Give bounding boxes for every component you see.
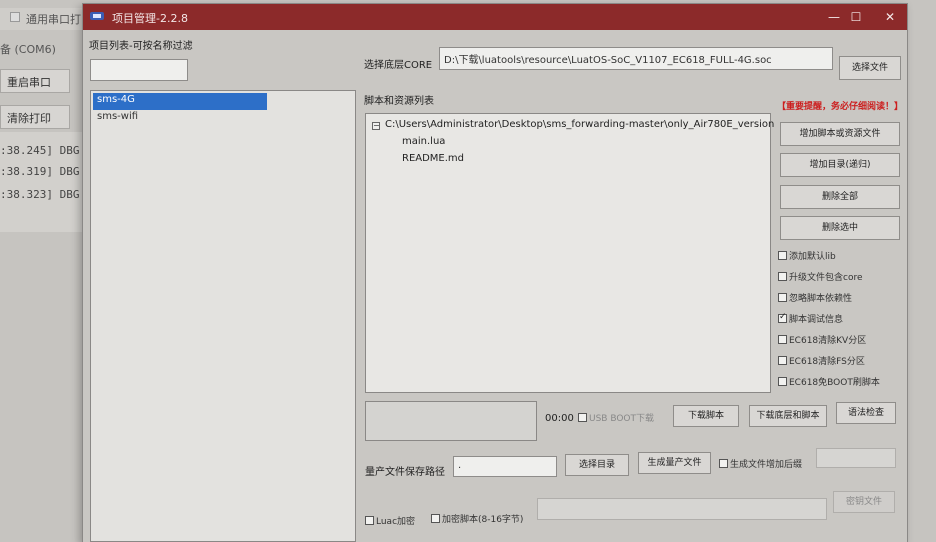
project-manager-window: 项目管理-2.2.8 — ☐ ✕ 项目列表-可按名称过滤 sms-4G sms-…: [82, 3, 908, 542]
usb-boot-option[interactable]: USB BOOT下载: [578, 411, 654, 424]
option-checkbox[interactable]: [778, 293, 787, 302]
download-timer: 00:00: [545, 413, 574, 424]
luac-encrypt-label: Luac加密: [376, 517, 416, 527]
project-item-sms-4g[interactable]: sms-4G: [93, 93, 267, 110]
collapse-icon[interactable]: −: [372, 122, 380, 130]
core-label: 选择底层CORE: [364, 60, 433, 71]
background-com-label: 备 (COM6): [0, 43, 56, 56]
suffix-input[interactable]: [816, 448, 896, 468]
add-suffix-option[interactable]: 生成文件增加后缀: [719, 457, 802, 470]
usb-boot-label: USB BOOT下载: [589, 414, 655, 424]
add-suffix-label: 生成文件增加后缀: [730, 460, 803, 470]
tree-root-folder[interactable]: C:\Users\Administrator\Desktop\sms_forwa…: [385, 119, 774, 130]
encrypt-script-option[interactable]: 加密脚本(8-16字节): [431, 512, 523, 525]
add-directory-button[interactable]: 增加目录(递归): [780, 153, 900, 177]
production-path-input[interactable]: .: [453, 456, 557, 477]
key-file-button[interactable]: 密钥文件: [833, 491, 895, 513]
script-tree: − C:\Users\Administrator\Desktop\sms_for…: [365, 113, 774, 393]
add-script-file-button[interactable]: 增加脚本或资源文件: [780, 122, 900, 146]
option-label: 脚本调试信息: [789, 315, 844, 325]
project-filter-input[interactable]: [90, 59, 188, 81]
option-checkbox[interactable]: [778, 272, 787, 281]
option-ignore-deps[interactable]: 忽略脚本依赖性: [778, 291, 852, 304]
progress-box: [365, 401, 537, 441]
background-clear-print-button[interactable]: 清除打印: [0, 105, 70, 129]
usb-boot-checkbox[interactable]: [578, 413, 587, 422]
maximize-icon[interactable]: ☐: [843, 7, 869, 27]
option-checkbox[interactable]: [778, 377, 787, 386]
option-label: 添加默认lib: [789, 252, 836, 262]
project-list-label: 项目列表-可按名称过滤: [89, 41, 193, 52]
generate-production-file-button[interactable]: 生成量产文件: [638, 452, 711, 474]
download-core-and-script-button[interactable]: 下载底层和脚本: [749, 405, 827, 427]
project-list: sms-4G sms-wifi: [90, 90, 356, 542]
app-icon: [90, 12, 104, 20]
option-checkbox-checked[interactable]: [778, 312, 787, 323]
choose-core-file-button[interactable]: 选择文件: [839, 56, 901, 80]
encrypt-script-checkbox[interactable]: [431, 514, 440, 523]
scripts-label: 脚本和资源列表: [364, 96, 434, 107]
luac-encrypt-option[interactable]: Luac加密: [365, 514, 415, 527]
encryption-key-input[interactable]: [537, 498, 827, 520]
delete-all-button[interactable]: 删除全部: [780, 185, 900, 209]
option-clear-fs[interactable]: EC618清除FS分区: [778, 354, 865, 367]
download-script-button[interactable]: 下载脚本: [673, 405, 739, 427]
option-checkbox[interactable]: [778, 251, 787, 260]
option-no-boot-flash[interactable]: EC618免BOOT刷脚本: [778, 375, 880, 388]
option-label: 忽略脚本依赖性: [789, 294, 853, 304]
production-path-label: 量产文件保存路径: [365, 467, 445, 478]
choose-directory-button[interactable]: 选择目录: [565, 454, 629, 476]
option-clear-kv[interactable]: EC618清除KV分区: [778, 333, 866, 346]
window-title: 项目管理-2.2.8: [112, 12, 188, 25]
syntax-check-button[interactable]: 语法检查: [836, 402, 896, 424]
add-suffix-checkbox[interactable]: [719, 459, 728, 468]
background-port-label: 通用串口打: [26, 13, 81, 26]
close-icon[interactable]: ✕: [877, 7, 903, 27]
tree-file-item[interactable]: main.lua: [402, 136, 445, 147]
tree-file-item[interactable]: README.md: [402, 153, 464, 164]
option-debug-info[interactable]: 脚本调试信息: [778, 312, 843, 325]
option-include-core[interactable]: 升级文件包含core: [778, 270, 863, 283]
background-port-checkbox[interactable]: [10, 12, 20, 22]
option-label: EC618清除FS分区: [789, 357, 865, 367]
background-restart-button[interactable]: 重启串口: [0, 69, 70, 93]
project-item-sms-wifi[interactable]: sms-wifi: [93, 110, 353, 127]
core-path-input[interactable]: D:\下载\luatools\resource\LuatOS-SoC_V1107…: [439, 47, 833, 70]
delete-selected-button[interactable]: 删除选中: [780, 216, 900, 240]
option-label: 升级文件包含core: [789, 273, 863, 283]
option-add-default-lib[interactable]: 添加默认lib: [778, 249, 836, 262]
option-checkbox[interactable]: [778, 356, 787, 365]
option-label: EC618清除KV分区: [789, 336, 867, 346]
important-warning-link[interactable]: 【重要提醒，务必仔细阅读！】: [777, 99, 903, 112]
title-bar: 项目管理-2.2.8 — ☐ ✕: [83, 4, 907, 30]
option-label: EC618免BOOT刷脚本: [789, 378, 880, 388]
luac-encrypt-checkbox[interactable]: [365, 516, 374, 525]
option-checkbox[interactable]: [778, 335, 787, 344]
encrypt-script-label: 加密脚本(8-16字节): [442, 515, 524, 525]
